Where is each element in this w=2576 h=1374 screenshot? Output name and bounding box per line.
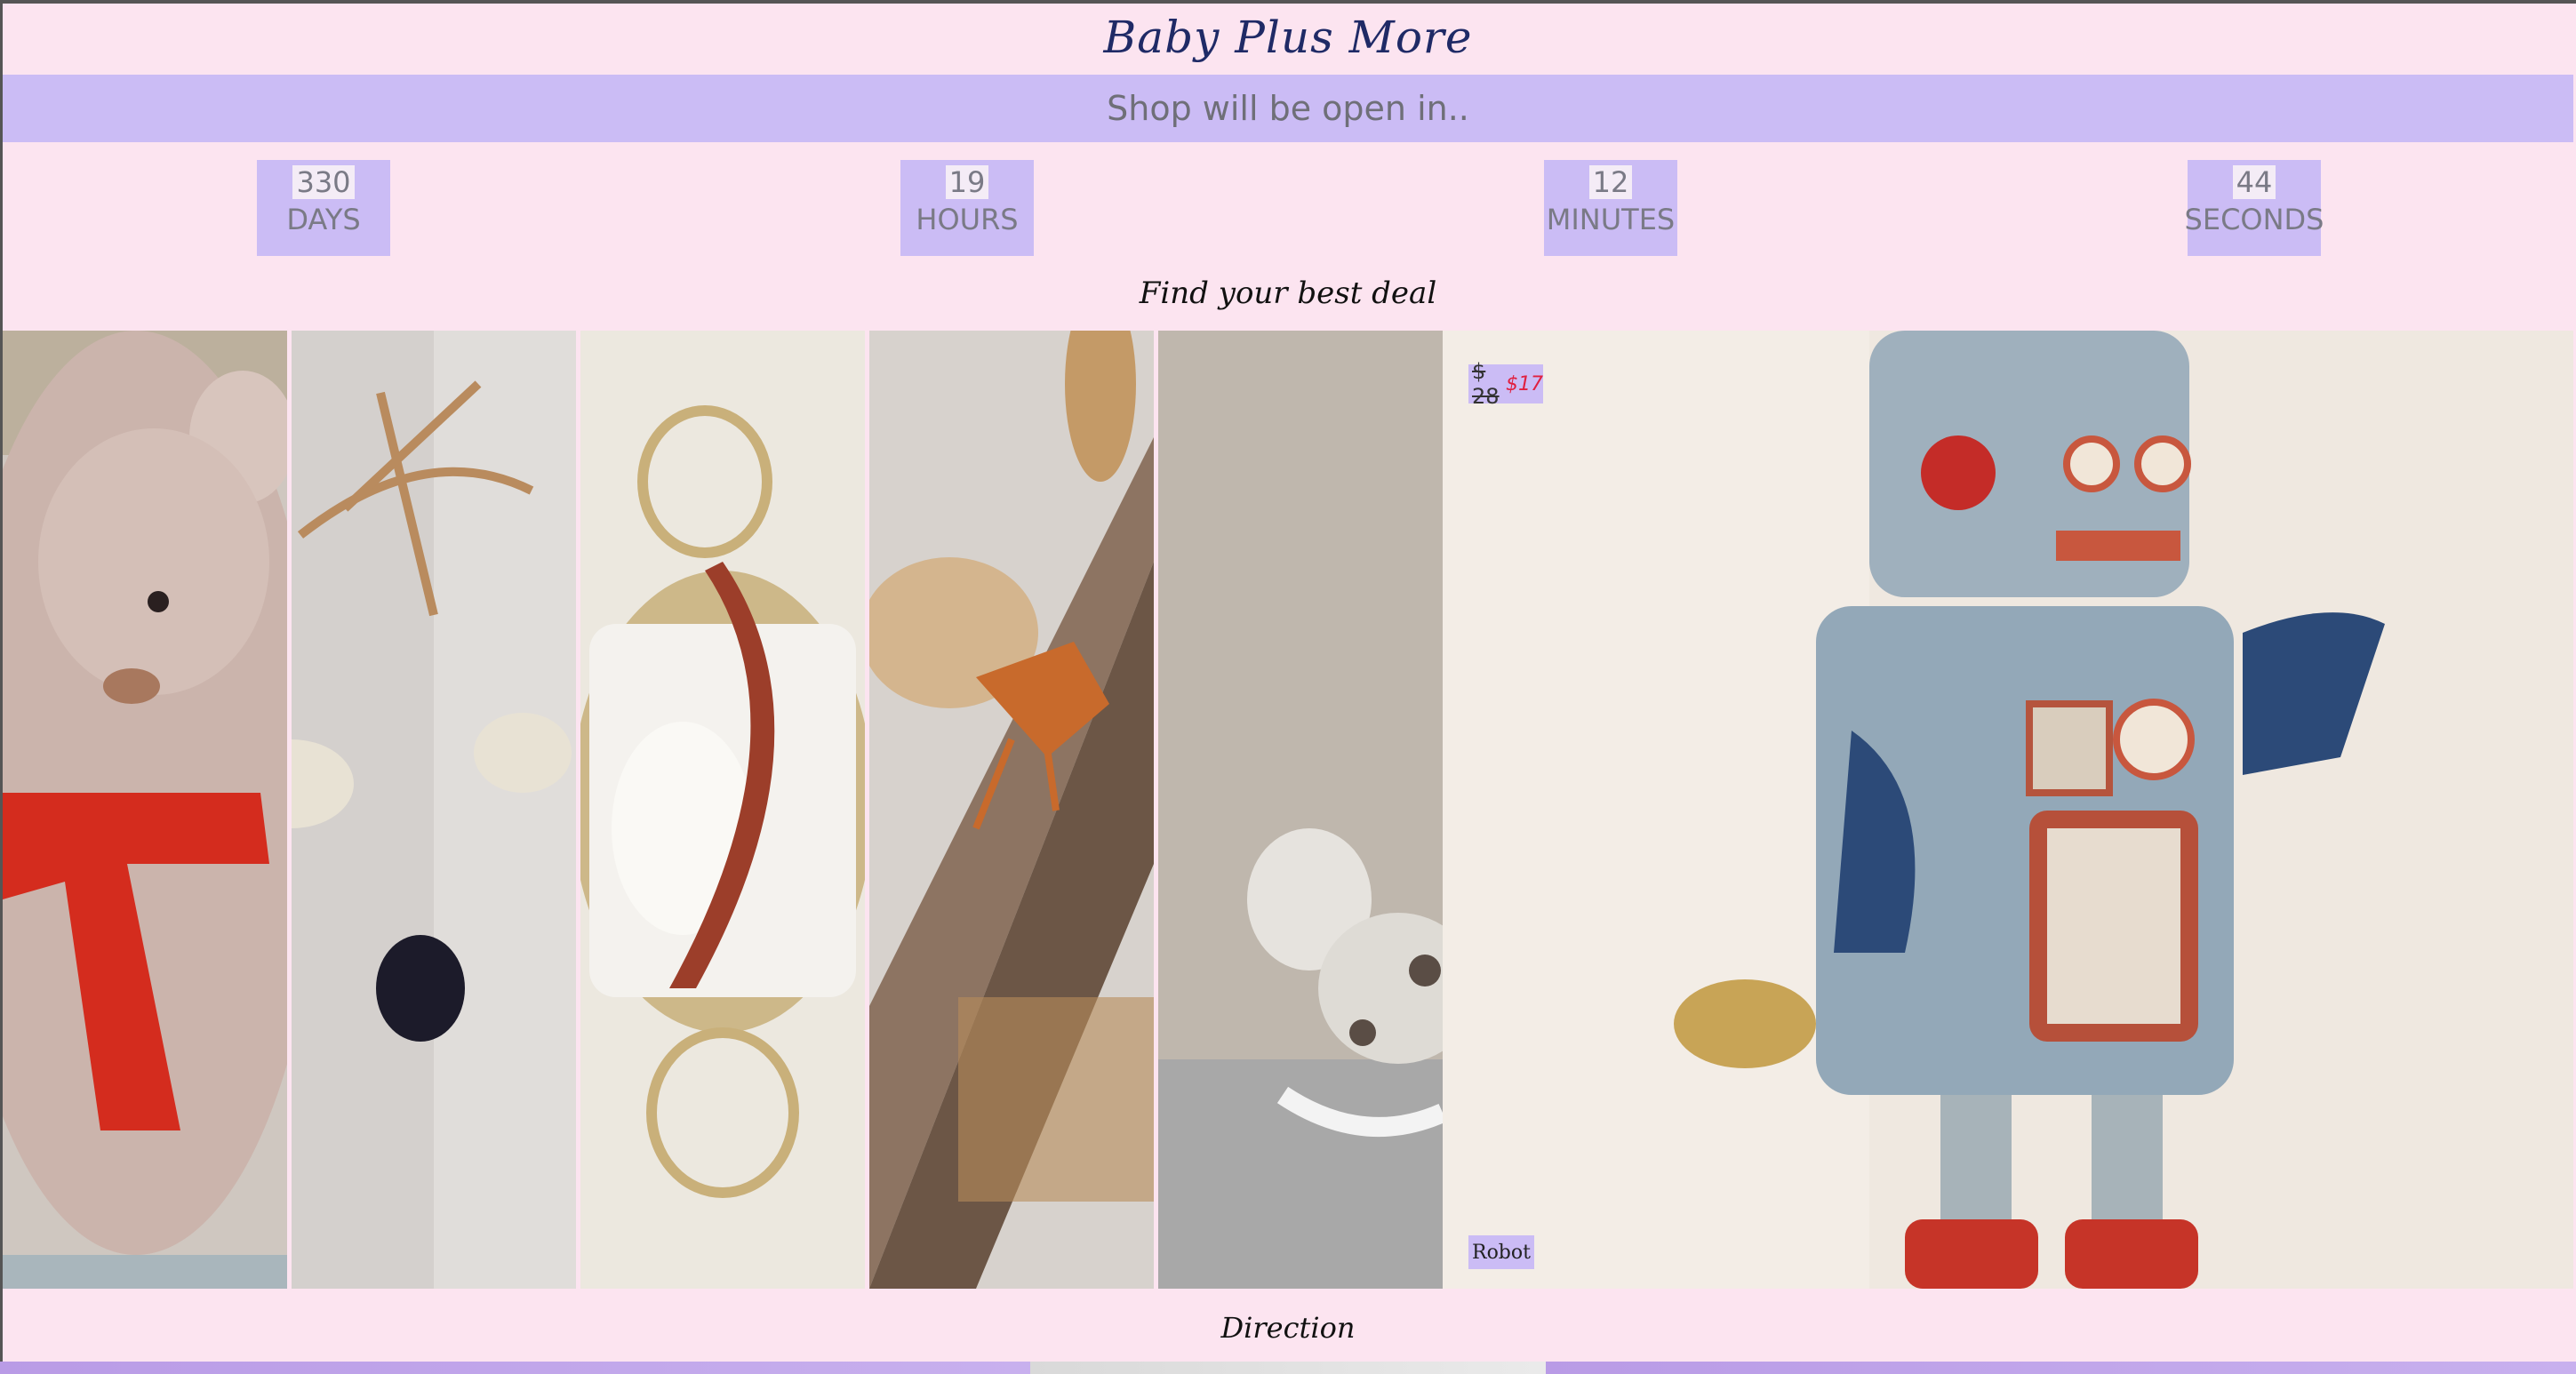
- banner-text: Shop will be open in..: [1107, 89, 1469, 128]
- product-panel-featured-robot[interactable]: [1443, 331, 2573, 1289]
- countdown-seconds-unit: SECONDS: [2184, 203, 2324, 236]
- teddy-bear-image: [3, 331, 287, 1289]
- countdown-hours-value: 19: [945, 165, 989, 199]
- product-panel-hermit-crab[interactable]: [869, 331, 1154, 1289]
- countdown-hours: 19 HOURS: [900, 160, 1034, 256]
- countdown-hours-unit: HOURS: [916, 203, 1019, 236]
- countdown-seconds: 44 SECONDS: [2184, 160, 2324, 256]
- countdown-seconds-value: 44: [2232, 165, 2276, 199]
- direction-heading: Direction: [1220, 1311, 1356, 1345]
- rocking-giraffe-image: [1158, 331, 1443, 1289]
- robot-image: [1443, 331, 2573, 1289]
- price-tag: $ 28 $17: [1468, 359, 1543, 409]
- sale-price: $17: [1506, 372, 1543, 395]
- countdown-days-value: 330: [292, 165, 355, 199]
- sheep-mobile-image: [292, 331, 576, 1289]
- site-logo[interactable]: Baby Plus More: [0, 0, 2576, 75]
- product-panel-sheep-mobile[interactable]: [292, 331, 576, 1289]
- product-panel-bunny-basket[interactable]: [580, 331, 865, 1289]
- hermit-crab-image: [869, 331, 1154, 1289]
- countdown-minutes-unit: MINUTES: [1546, 203, 1676, 236]
- countdown-days: 330 DAYS: [257, 160, 390, 256]
- bunny-basket-image: [580, 331, 865, 1289]
- opening-banner: Shop will be open in..: [3, 75, 2573, 142]
- product-panel-teddy-bear[interactable]: [3, 331, 287, 1289]
- old-price: $ 28: [1472, 359, 1500, 409]
- product-gallery: [3, 331, 2573, 1289]
- countdown-days-unit: DAYS: [286, 203, 361, 236]
- countdown-minutes: 12 MINUTES: [1544, 160, 1677, 256]
- product-panel-rocking-giraffe[interactable]: [1158, 331, 1443, 1289]
- product-name-tag: Robot: [1468, 1235, 1534, 1269]
- map-preview-strip: [0, 1362, 2576, 1374]
- deals-title: Find your best deal: [1139, 276, 1437, 311]
- countdown-minutes-value: 12: [1588, 165, 1633, 199]
